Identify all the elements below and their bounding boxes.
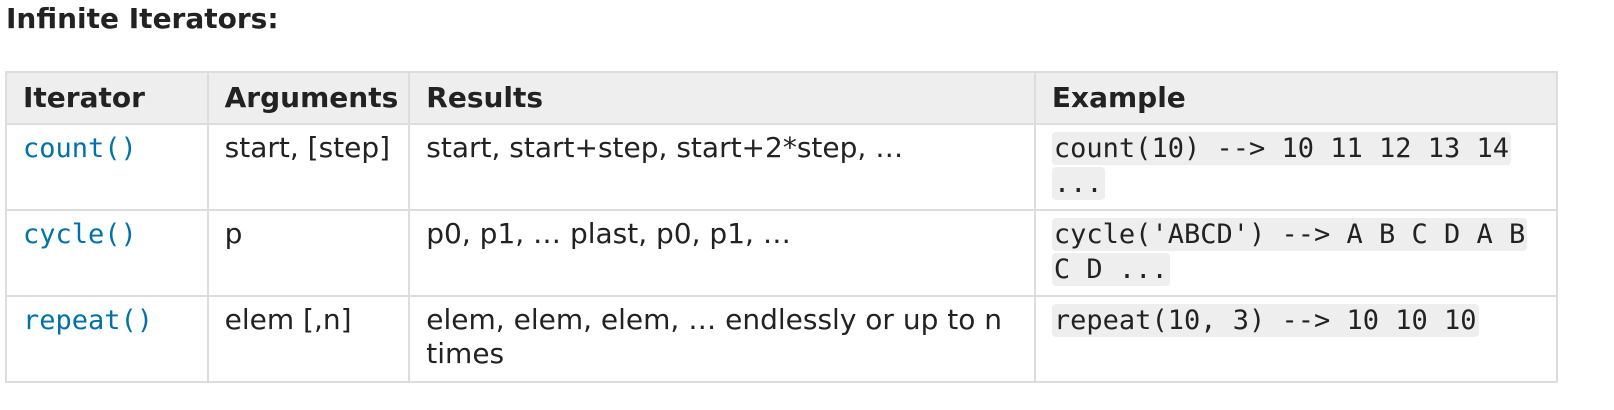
- count-link[interactable]: count(): [23, 133, 137, 164]
- header-results: Results: [408, 71, 1036, 125]
- table-header-row: Iterator Arguments Results Example: [5, 71, 1559, 125]
- results-cell: elem, elem, elem, … endlessly or up to n…: [408, 295, 1036, 383]
- header-example: Example: [1033, 71, 1559, 125]
- iterator-cell: count(): [5, 123, 209, 211]
- example-code: repeat(10, 3) --> 10 10 10: [1051, 304, 1479, 337]
- section-title: Infinite Iterators:: [6, 2, 279, 35]
- arguments-cell: p: [206, 209, 411, 297]
- iterator-cell: cycle(): [5, 209, 209, 297]
- results-cell: p0, p1, … plast, p0, p1, …: [408, 209, 1036, 297]
- iterator-cell: repeat(): [5, 295, 209, 383]
- example-cell: cycle('ABCD') --> A B C D A B C D ...: [1033, 209, 1559, 297]
- table-row: cycle() p p0, p1, … plast, p0, p1, … cyc…: [5, 209, 1559, 297]
- example-cell: repeat(10, 3) --> 10 10 10: [1033, 295, 1559, 383]
- results-cell: start, start+step, start+2*step, …: [408, 123, 1036, 211]
- repeat-link[interactable]: repeat(): [23, 305, 153, 336]
- table-row: repeat() elem [,n] elem, elem, elem, … e…: [5, 295, 1559, 383]
- example-code: count(10) --> 10 11 12 13 14 ...: [1051, 132, 1512, 200]
- table-row: count() start, [step] start, start+step,…: [5, 123, 1559, 211]
- header-iterator: Iterator: [5, 71, 209, 125]
- page: Infinite Iterators: Iterator Arguments R…: [0, 0, 1614, 410]
- example-code: cycle('ABCD') --> A B C D A B C D ...: [1051, 218, 1528, 286]
- header-arguments: Arguments: [206, 71, 411, 125]
- cycle-link[interactable]: cycle(): [23, 219, 137, 250]
- arguments-cell: elem [,n]: [206, 295, 411, 383]
- example-cell: count(10) --> 10 11 12 13 14 ...: [1033, 123, 1559, 211]
- infinite-iterators-table: Iterator Arguments Results Example count…: [5, 71, 1559, 383]
- arguments-cell: start, [step]: [206, 123, 411, 211]
